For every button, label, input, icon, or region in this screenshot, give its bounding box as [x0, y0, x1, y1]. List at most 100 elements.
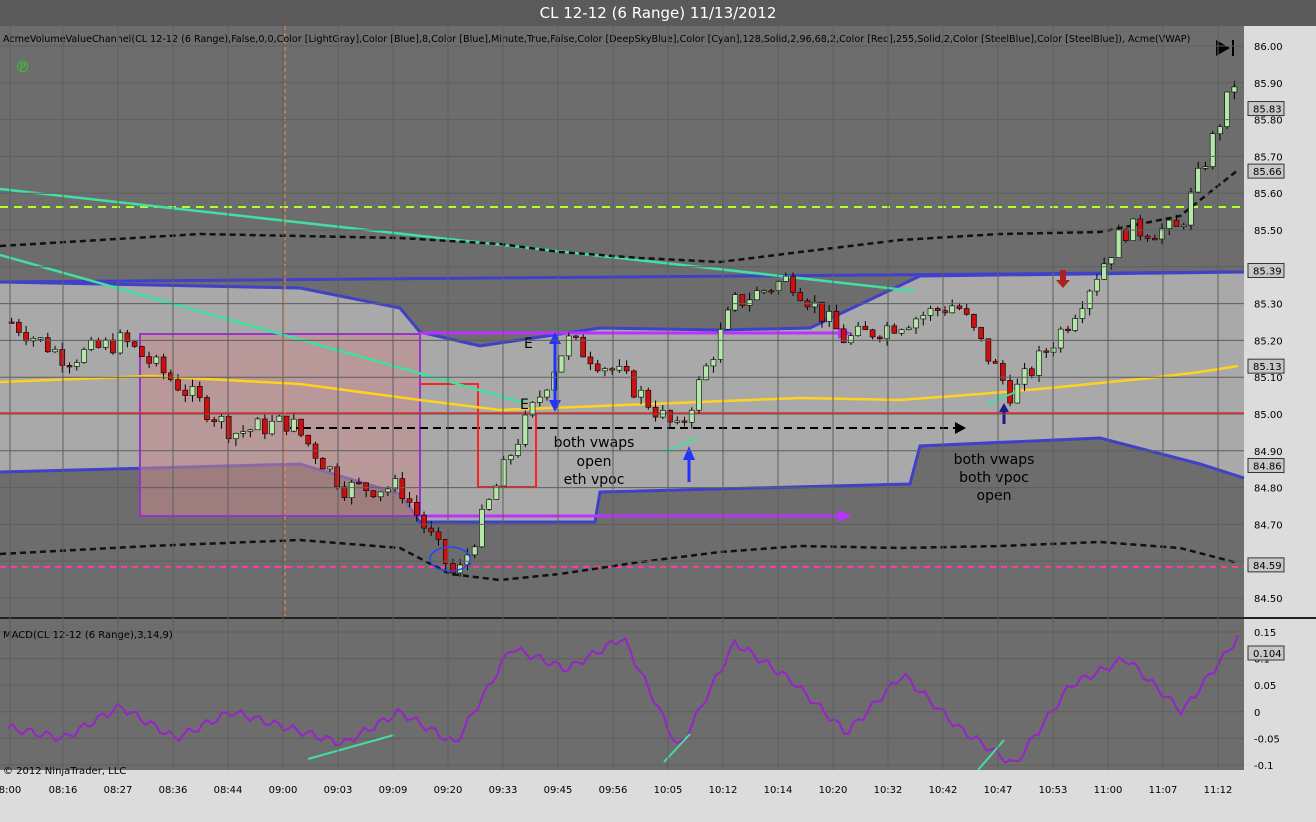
- time-axis-label: 8:00: [0, 785, 21, 796]
- candle-body: [37, 337, 44, 340]
- candle-body: [674, 420, 681, 423]
- candle-body: [1188, 191, 1194, 226]
- candle-body: [616, 365, 623, 371]
- candle-body: [1094, 278, 1100, 292]
- candle-body: [963, 308, 970, 315]
- time-axis-label: 10:42: [929, 785, 958, 796]
- candle-body: [334, 466, 341, 488]
- price-axis-label: 86.00: [1254, 42, 1283, 53]
- candle-body: [211, 419, 218, 423]
- candle-body: [413, 502, 420, 516]
- candle-body: [1195, 167, 1202, 193]
- candle-body: [81, 349, 87, 363]
- candle-body: [833, 311, 840, 330]
- candle-body: [732, 294, 738, 311]
- candle-body: [1007, 380, 1013, 404]
- candle-body: [522, 414, 529, 445]
- chart-canvas[interactable]: E E both vwaps open eth vpoc both vwaps …: [0, 26, 1316, 822]
- candle-body: [1137, 218, 1144, 237]
- candle-body: [348, 482, 355, 498]
- candle-body: [1079, 308, 1086, 319]
- candle-body: [782, 275, 789, 282]
- candle-body: [218, 416, 225, 423]
- candle-body: [645, 389, 652, 408]
- time-axis-label: 09:03: [324, 785, 353, 796]
- candle-body: [283, 415, 290, 432]
- candle-body: [240, 431, 246, 434]
- price-axis-label: 84.70: [1254, 520, 1283, 531]
- macd-axis-label: 0.15: [1254, 628, 1276, 639]
- candle-body: [23, 332, 29, 342]
- candle-body: [681, 420, 688, 423]
- time-axis-label: 09:09: [379, 785, 408, 796]
- candle-body: [406, 498, 413, 503]
- candle-body: [399, 478, 406, 500]
- candle-body: [1209, 133, 1216, 167]
- candle-body: [797, 292, 804, 301]
- candle-body: [761, 290, 767, 293]
- candle-body: [233, 433, 239, 440]
- candle-body: [652, 406, 659, 418]
- time-axis-label: 09:33: [489, 785, 518, 796]
- time-axis-label: 10:14: [764, 785, 793, 796]
- ninjatrader-logo-icon: ℗: [15, 58, 30, 76]
- time-axis-label: 08:36: [159, 785, 188, 796]
- time-axis-label: 10:12: [709, 785, 738, 796]
- candle-body: [305, 434, 312, 445]
- annotation-both-vwaps-2: both vwaps: [954, 452, 1035, 468]
- candle-body: [1043, 350, 1050, 353]
- time-axis-label: 09:45: [544, 785, 573, 796]
- price-axis-label: 85.50: [1254, 226, 1283, 237]
- candle-body: [377, 491, 384, 498]
- candle-body: [688, 409, 695, 423]
- time-axis-label: 11:07: [1149, 785, 1178, 796]
- candle-body: [1101, 263, 1107, 280]
- candle-body: [146, 356, 152, 364]
- candle-body: [717, 328, 724, 360]
- candle-body: [905, 327, 912, 330]
- annotation-eth-vpoc: eth vpoc: [564, 472, 625, 488]
- candle-body: [862, 325, 869, 331]
- chart-window: CL 12-12 (6 Range) 11/13/2012 E E both v…: [0, 0, 1316, 822]
- candle-body: [73, 362, 80, 367]
- candle-body: [971, 313, 977, 328]
- price-axis-label: 85.20: [1254, 336, 1283, 347]
- candle-body: [479, 509, 485, 548]
- candle-body: [1151, 238, 1158, 241]
- candle-body: [978, 327, 984, 340]
- candle-body: [927, 308, 934, 316]
- candle-body: [1115, 229, 1122, 258]
- candle-body: [602, 368, 608, 372]
- candle-body: [428, 527, 435, 533]
- candle-body: [920, 315, 927, 320]
- annotation-both-vpoc: both vpoc: [959, 470, 1029, 486]
- candle-body: [196, 386, 203, 398]
- annotation-both-vwaps-1: both vwaps: [554, 435, 635, 451]
- price-axis-label: 85.70: [1254, 152, 1283, 163]
- candle-body: [254, 418, 261, 431]
- candle-body: [1108, 257, 1115, 265]
- candle-body: [869, 329, 876, 338]
- candle-body: [1202, 166, 1209, 169]
- time-axis-label: 10:53: [1039, 785, 1068, 796]
- candle-body: [587, 356, 594, 365]
- candle-body: [1000, 363, 1006, 381]
- annotation-open-2: open: [977, 488, 1012, 504]
- candle-body: [544, 389, 550, 398]
- candle-body: [638, 389, 644, 398]
- macd-axis-label: 0.05: [1254, 681, 1276, 692]
- candle-body: [1224, 91, 1230, 127]
- candle-body: [385, 488, 391, 493]
- time-axis-bg: [0, 770, 1244, 822]
- candle-body: [565, 335, 572, 357]
- candle-body: [811, 301, 818, 308]
- candle-body: [508, 455, 514, 461]
- time-axis-label: 11:12: [1204, 785, 1233, 796]
- candle-body: [558, 355, 565, 373]
- candle-body: [290, 418, 297, 432]
- candle-body: [131, 341, 138, 347]
- time-axis-label: 08:27: [104, 785, 133, 796]
- candle-body: [1231, 86, 1238, 93]
- time-axis-label: 10:20: [819, 785, 848, 796]
- price-tag: 85.13: [1253, 362, 1282, 373]
